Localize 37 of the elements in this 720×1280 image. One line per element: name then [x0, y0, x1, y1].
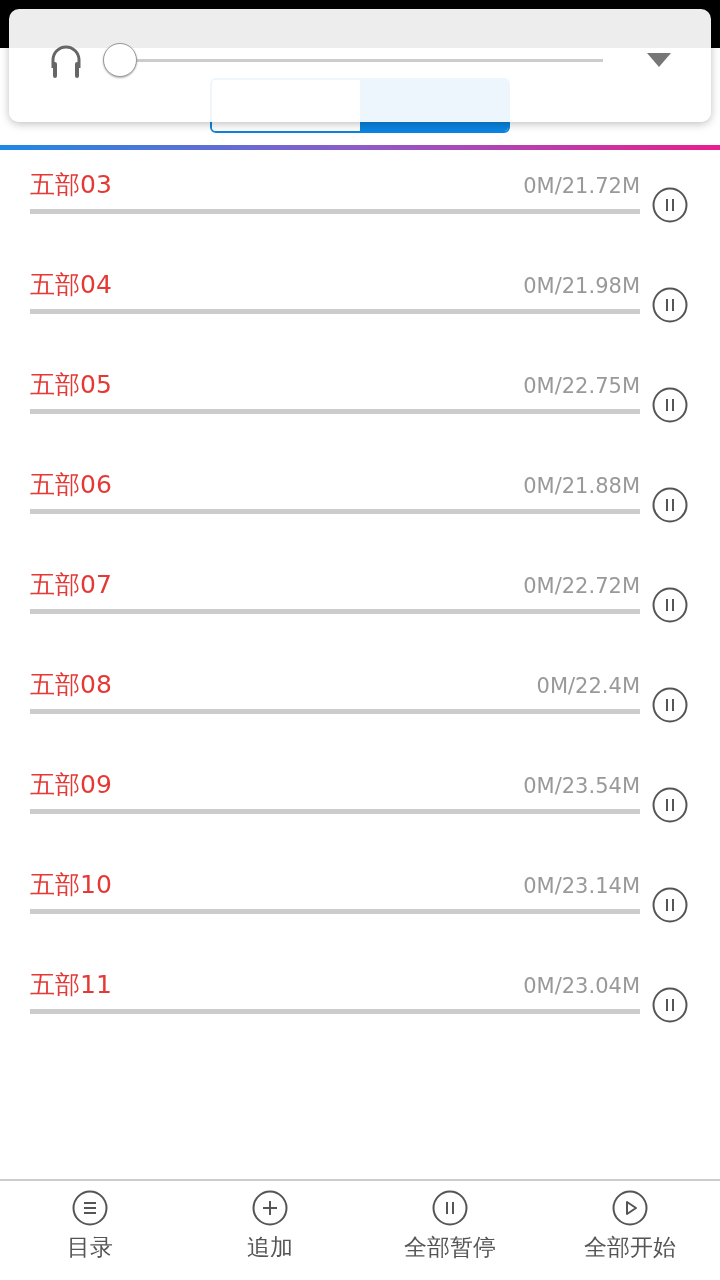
download-title: 五部05: [30, 369, 112, 401]
download-title: 五部06: [30, 469, 112, 501]
pause-button[interactable]: [652, 587, 688, 623]
toolbar-button[interactable]: 全部开始: [540, 1181, 720, 1280]
file-size: 0M/23.04M: [523, 974, 640, 998]
toolbar-button[interactable]: 目录: [0, 1181, 180, 1280]
pause-button[interactable]: [652, 787, 688, 823]
file-size: 0M/22.4M: [536, 674, 640, 698]
toolbar-button[interactable]: 全部暂停: [360, 1181, 540, 1280]
file-size: 0M/22.72M: [523, 574, 640, 598]
download-title: 五部08: [30, 669, 112, 701]
file-size: 0M/21.98M: [523, 274, 640, 298]
toolbar-button[interactable]: 追加: [180, 1181, 360, 1280]
file-size: 0M/21.88M: [523, 474, 640, 498]
file-size: 0M/23.54M: [523, 774, 640, 798]
seek-slider[interactable]: [103, 42, 603, 77]
add-icon: [252, 1190, 288, 1226]
pause-icon: [432, 1190, 468, 1226]
list-icon: [72, 1190, 108, 1226]
pause-button[interactable]: [652, 487, 688, 523]
dropdown-icon[interactable]: [647, 52, 671, 67]
file-size: 0M/22.75M: [523, 374, 640, 398]
download-title: 五部04: [30, 269, 112, 301]
pause-button[interactable]: [652, 387, 688, 423]
play-icon: [612, 1190, 648, 1226]
download-title: 五部09: [30, 769, 112, 801]
download-title: 五部11: [30, 969, 112, 1001]
file-size: 0M/21.72M: [523, 174, 640, 198]
pause-button[interactable]: [652, 287, 688, 323]
download-title: 五部10: [30, 869, 112, 901]
pause-button[interactable]: [652, 987, 688, 1023]
download-title: 五部07: [30, 569, 112, 601]
download-title: 五部03: [30, 169, 112, 201]
pause-button[interactable]: [652, 887, 688, 923]
pause-button[interactable]: [652, 687, 688, 723]
pause-button[interactable]: [652, 187, 688, 223]
file-size: 0M/23.14M: [523, 874, 640, 898]
